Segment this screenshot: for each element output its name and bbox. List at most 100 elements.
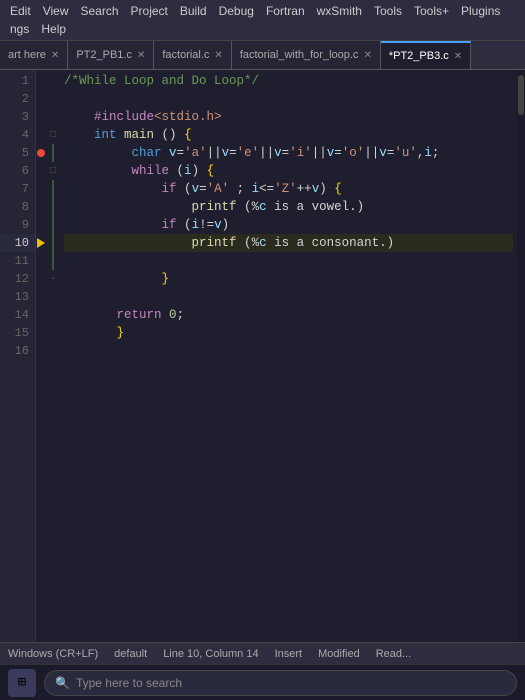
bp-15[interactable]	[36, 324, 46, 342]
fold-15	[46, 324, 60, 342]
ln-2: 2	[0, 90, 35, 108]
fold-16	[46, 342, 60, 360]
code-line-15: }	[64, 324, 513, 342]
windows-icon: ⊞	[18, 674, 26, 691]
bp-11[interactable]	[36, 252, 46, 270]
menubar: Edit View Search Project Build Debug For…	[0, 0, 525, 41]
fold-line-11	[52, 252, 54, 270]
bp-2[interactable]	[36, 90, 46, 108]
fold-line-5	[52, 144, 54, 162]
bp-14[interactable]	[36, 306, 46, 324]
bp-4[interactable]	[36, 126, 46, 144]
code-line-9: if ( i != v )	[64, 216, 513, 234]
code-line-6: while ( i ) {	[64, 162, 513, 180]
code-line-11	[64, 252, 513, 270]
code-editor[interactable]: /*While Loop and Do Loop*/ #include<stdi…	[60, 70, 517, 642]
ln-14: 14	[0, 306, 35, 324]
taskbar-search-box[interactable]: 🔍 Type here to search	[44, 670, 517, 696]
fold-6[interactable]: □	[46, 162, 60, 180]
fold-line-7	[52, 180, 54, 198]
status-position: Line 10, Column 14	[163, 648, 258, 660]
ln-11: 11	[0, 252, 35, 270]
bp-6[interactable]	[36, 162, 46, 180]
code-line-13	[64, 288, 513, 306]
menu-toolsplus[interactable]: Tools+	[408, 2, 455, 20]
fold-13	[46, 288, 60, 306]
scrollbar[interactable]	[517, 70, 525, 642]
menu-project[interactable]: Project	[125, 2, 174, 20]
status-encoding: Windows (CR+LF)	[8, 648, 98, 660]
tab-pt2pb3[interactable]: *PT2_PB3.c ✕	[381, 41, 471, 69]
menu-edit[interactable]: Edit	[4, 2, 37, 20]
tab-close-factorial-for[interactable]: ✕	[363, 50, 371, 61]
menu-view[interactable]: View	[37, 2, 75, 20]
tab-close-arthere[interactable]: ✕	[51, 50, 59, 61]
line-number-gutter: 1 2 3 4 5 6 7 8 9 10 11 12 13 14 15 16	[0, 70, 36, 642]
taskbar: ⊞ 🔍 Type here to search	[0, 664, 525, 700]
status-readonly: Read...	[376, 648, 411, 660]
fold-line-9	[52, 216, 54, 234]
tab-arthere[interactable]: art here ✕	[0, 41, 68, 69]
tab-close-pt2pb3[interactable]: ✕	[454, 51, 462, 62]
code-line-14: return 0 ;	[64, 306, 513, 324]
fold-1	[46, 72, 60, 90]
bp-10[interactable]	[36, 234, 46, 252]
statusbar: Windows (CR+LF) default Line 10, Column …	[0, 642, 525, 664]
bp-8[interactable]	[36, 198, 46, 216]
ln-7: 7	[0, 180, 35, 198]
tab-close-pt2pb1[interactable]: ✕	[137, 50, 145, 61]
bp-13[interactable]	[36, 288, 46, 306]
bp-5[interactable]	[36, 144, 46, 162]
fold-line-8	[52, 198, 54, 216]
breakpoint-column	[36, 70, 46, 642]
tab-pt2pb1[interactable]: PT2_PB1.c ✕	[68, 41, 154, 69]
tab-factorial-for[interactable]: factorial_with_for_loop.c ✕	[232, 41, 381, 69]
code-line-16	[64, 342, 513, 360]
search-placeholder-text: Type here to search	[76, 676, 182, 690]
ln-6: 6	[0, 162, 35, 180]
status-modified: Modified	[318, 648, 360, 660]
menu-wxsmith[interactable]: wxSmith	[311, 2, 368, 20]
menu-help[interactable]: Help	[35, 20, 72, 38]
bp-7[interactable]	[36, 180, 46, 198]
bp-3[interactable]	[36, 108, 46, 126]
fold-14	[46, 306, 60, 324]
code-line-8: printf ( % c is a vowel.)	[64, 198, 513, 216]
fold-4[interactable]: □	[46, 126, 60, 144]
ln-10: 10	[0, 234, 35, 252]
bp-1[interactable]	[36, 72, 46, 90]
code-line-5: char v = 'a' || v = 'e' || v = 'i' || v …	[64, 144, 513, 162]
code-line-3: #include<stdio.h>	[64, 108, 513, 126]
status-insert: Insert	[275, 648, 303, 660]
scroll-thumb[interactable]	[518, 75, 524, 115]
bp-12[interactable]	[36, 270, 46, 288]
fold-column: □ □ -	[46, 70, 60, 642]
ln-1: 1	[0, 72, 35, 90]
ln-13: 13	[0, 288, 35, 306]
bp-9[interactable]	[36, 216, 46, 234]
search-icon: 🔍	[55, 676, 70, 690]
menu-ngs[interactable]: ngs	[4, 20, 35, 38]
ln-12: 12	[0, 270, 35, 288]
menu-build[interactable]: Build	[174, 2, 213, 20]
menu-debug[interactable]: Debug	[213, 2, 260, 20]
menu-tools[interactable]: Tools	[368, 2, 408, 20]
bp-16[interactable]	[36, 342, 46, 360]
code-line-12: }	[64, 270, 513, 288]
fold-line-10	[52, 234, 54, 252]
tab-close-factorial[interactable]: ✕	[214, 50, 222, 61]
menu-plugins[interactable]: Plugins	[455, 2, 506, 20]
ln-15: 15	[0, 324, 35, 342]
tab-factorial[interactable]: factorial.c ✕	[154, 41, 231, 69]
ln-3: 3	[0, 108, 35, 126]
menu-fortran[interactable]: Fortran	[260, 2, 311, 20]
fold-2	[46, 90, 60, 108]
editor: 1 2 3 4 5 6 7 8 9 10 11 12 13 14 15 16	[0, 70, 525, 642]
ln-16: 16	[0, 342, 35, 360]
code-line-2	[64, 90, 513, 108]
status-language: default	[114, 648, 147, 660]
menu-search[interactable]: Search	[74, 2, 124, 20]
start-button[interactable]: ⊞	[8, 669, 36, 697]
tabbar: art here ✕ PT2_PB1.c ✕ factorial.c ✕ fac…	[0, 41, 525, 70]
code-line-7: if ( v = 'A' ; i <= 'Z' ++ v ) {	[64, 180, 513, 198]
